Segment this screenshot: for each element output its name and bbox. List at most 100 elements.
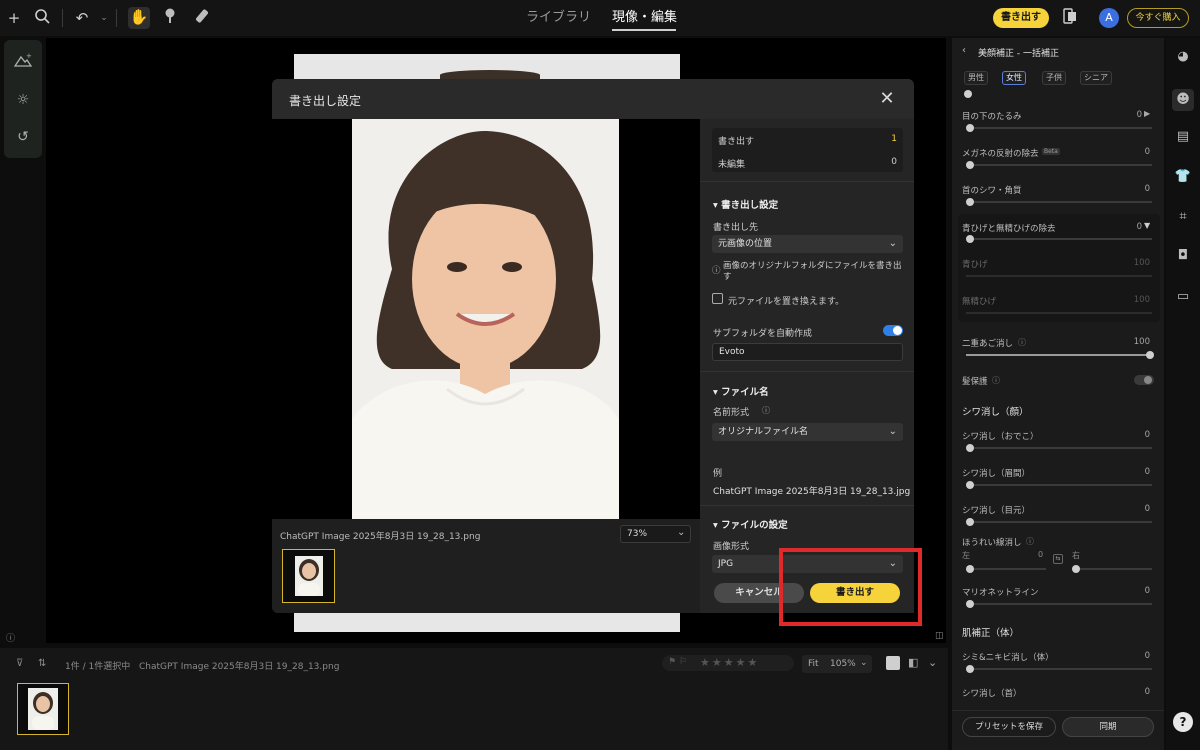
- sun-icon[interactable]: ☼: [14, 91, 32, 109]
- filter-icon[interactable]: ⊽: [16, 658, 23, 669]
- back-chevron-icon[interactable]: ‹: [962, 45, 966, 56]
- info-icon[interactable]: ⓘ: [762, 405, 770, 416]
- section-export-settings[interactable]: ▾ 書き出し設定: [713, 197, 778, 211]
- summary-unedited-label: 未編集: [718, 160, 746, 170]
- chip-female[interactable]: 女性: [1002, 71, 1026, 85]
- slider-knob[interactable]: [966, 235, 974, 243]
- destination-label: 書き出し先: [713, 223, 759, 233]
- export-preview: [272, 119, 700, 519]
- search-icon[interactable]: [32, 8, 52, 28]
- info-icon[interactable]: ⓘ: [1018, 337, 1026, 348]
- tab-develop[interactable]: 現像・編集: [612, 8, 677, 28]
- subfolder-toggle[interactable]: [883, 325, 903, 336]
- chip-child[interactable]: 子供: [1042, 71, 1066, 85]
- slider-track[interactable]: [966, 161, 1152, 169]
- mountain-adjust-icon[interactable]: +: [13, 52, 33, 70]
- link-icon[interactable]: ⇆: [1053, 554, 1063, 564]
- name-format-select[interactable]: オリジナルファイル名 ⌄: [712, 423, 903, 441]
- eraser-tool-icon[interactable]: [192, 8, 212, 28]
- panel-toggle-icon[interactable]: ◫: [935, 631, 944, 641]
- slider-track[interactable]: [966, 124, 1152, 132]
- slider-knob[interactable]: [966, 600, 974, 608]
- zoom-control[interactable]: Fit 105% ⌄: [802, 655, 872, 673]
- undo-icon[interactable]: ↶: [72, 8, 92, 28]
- single-view-icon[interactable]: [886, 656, 900, 670]
- add-icon[interactable]: +: [4, 8, 24, 28]
- image-format-value: JPG: [718, 559, 734, 569]
- filmstrip-thumbnail[interactable]: [17, 683, 69, 735]
- sync-button[interactable]: 同期: [1062, 717, 1154, 737]
- overwrite-checkbox[interactable]: [712, 293, 723, 304]
- chevron-down-icon[interactable]: ⌄: [94, 8, 114, 28]
- flag-icon[interactable]: ⚑ ⚐: [668, 657, 687, 667]
- export-top-button[interactable]: 書き出す: [993, 8, 1049, 28]
- history-icon[interactable]: ↺: [14, 128, 32, 146]
- slider-track[interactable]: [966, 518, 1152, 526]
- section-file-settings-label: ファイルの設定: [721, 520, 788, 531]
- slider-track[interactable]: [966, 444, 1152, 452]
- slider-track-right[interactable]: [1072, 565, 1152, 573]
- slider-knob[interactable]: [966, 161, 974, 169]
- slider-knob[interactable]: [966, 518, 974, 526]
- item-label: 青ひげと無精ひげの除去: [962, 224, 1056, 234]
- slider-knob[interactable]: [966, 481, 974, 489]
- destination-select[interactable]: 元画像の位置 ⌄: [712, 235, 903, 253]
- hair-protect-toggle[interactable]: [1134, 375, 1154, 385]
- split-view-icon[interactable]: ◧: [908, 656, 918, 669]
- slider-knob[interactable]: [966, 124, 974, 132]
- slider-track[interactable]: [966, 235, 1152, 243]
- slider-track-left[interactable]: [966, 565, 1046, 573]
- slider-track[interactable]: [966, 600, 1152, 608]
- slider-track[interactable]: [966, 665, 1152, 673]
- help-button[interactable]: ?: [1173, 712, 1193, 732]
- avatar[interactable]: A: [1099, 8, 1119, 28]
- face-icon[interactable]: ☻: [1172, 89, 1194, 111]
- section-wrinkle-face: シワ消し（顔）: [962, 407, 1029, 418]
- chip-male[interactable]: 男性: [964, 71, 988, 85]
- tab-library[interactable]: ライブラリ: [526, 8, 591, 28]
- star-rating[interactable]: ★★★★★: [700, 656, 759, 669]
- left-toolbar: + ☼ ↺: [4, 40, 42, 158]
- name-format-label: 名前形式: [713, 408, 750, 418]
- slider-track[interactable]: [966, 198, 1152, 206]
- crop-icon[interactable]: ⌗: [1174, 208, 1192, 226]
- info-icon[interactable]: ⓘ: [6, 631, 15, 644]
- slider-knob[interactable]: [966, 565, 974, 573]
- brush-tool-icon[interactable]: [160, 8, 180, 28]
- subfolder-name-input[interactable]: Evoto: [712, 343, 903, 361]
- chip-senior[interactable]: シニア: [1080, 71, 1112, 85]
- compare-icon[interactable]: [1060, 8, 1080, 28]
- slider-track[interactable]: [966, 481, 1152, 489]
- slider-track[interactable]: [966, 351, 1154, 359]
- slider-knob[interactable]: [966, 198, 974, 206]
- chevron-down-icon[interactable]: ⌄: [928, 656, 937, 669]
- slider-knob[interactable]: [1072, 565, 1080, 573]
- palette-icon[interactable]: ◕: [1174, 48, 1192, 66]
- shirt-icon[interactable]: 👕: [1174, 168, 1192, 186]
- collapse-icon[interactable]: ▼: [1144, 221, 1150, 230]
- preview-zoom-select[interactable]: 73% ⌄: [620, 525, 691, 543]
- slider-knob[interactable]: [1146, 351, 1154, 359]
- expand-icon[interactable]: ▶: [1144, 109, 1150, 118]
- rating-bar: ⚑ ⚐ ★★★★★: [662, 655, 794, 671]
- close-icon[interactable]: ✕: [877, 89, 897, 109]
- hand-tool-icon[interactable]: ✋: [128, 7, 150, 29]
- dialog-thumbnail[interactable]: [282, 549, 335, 603]
- buy-now-button[interactable]: 今すぐ購入: [1127, 8, 1189, 28]
- save-preset-button[interactable]: プリセットを保存: [962, 717, 1056, 737]
- camera-icon[interactable]: ◘: [1174, 247, 1192, 265]
- item-label: 髪保護: [962, 377, 988, 387]
- slider-knob[interactable]: [966, 444, 974, 452]
- section-filename[interactable]: ▾ ファイル名: [713, 384, 769, 398]
- sort-icon[interactable]: ⇅: [38, 658, 46, 669]
- folder-icon[interactable]: ▭: [1174, 288, 1192, 306]
- slider-knob[interactable]: [964, 90, 972, 98]
- divider: [700, 181, 914, 182]
- layers-icon[interactable]: ▤: [1174, 128, 1192, 146]
- chevron-down-icon[interactable]: ⌄: [860, 658, 868, 668]
- slider-knob[interactable]: [966, 665, 974, 673]
- info-icon[interactable]: ⓘ: [1026, 536, 1034, 547]
- fit-label[interactable]: Fit: [808, 659, 819, 669]
- section-file-settings[interactable]: ▾ ファイルの設定: [713, 517, 788, 531]
- info-icon[interactable]: ⓘ: [992, 375, 1000, 386]
